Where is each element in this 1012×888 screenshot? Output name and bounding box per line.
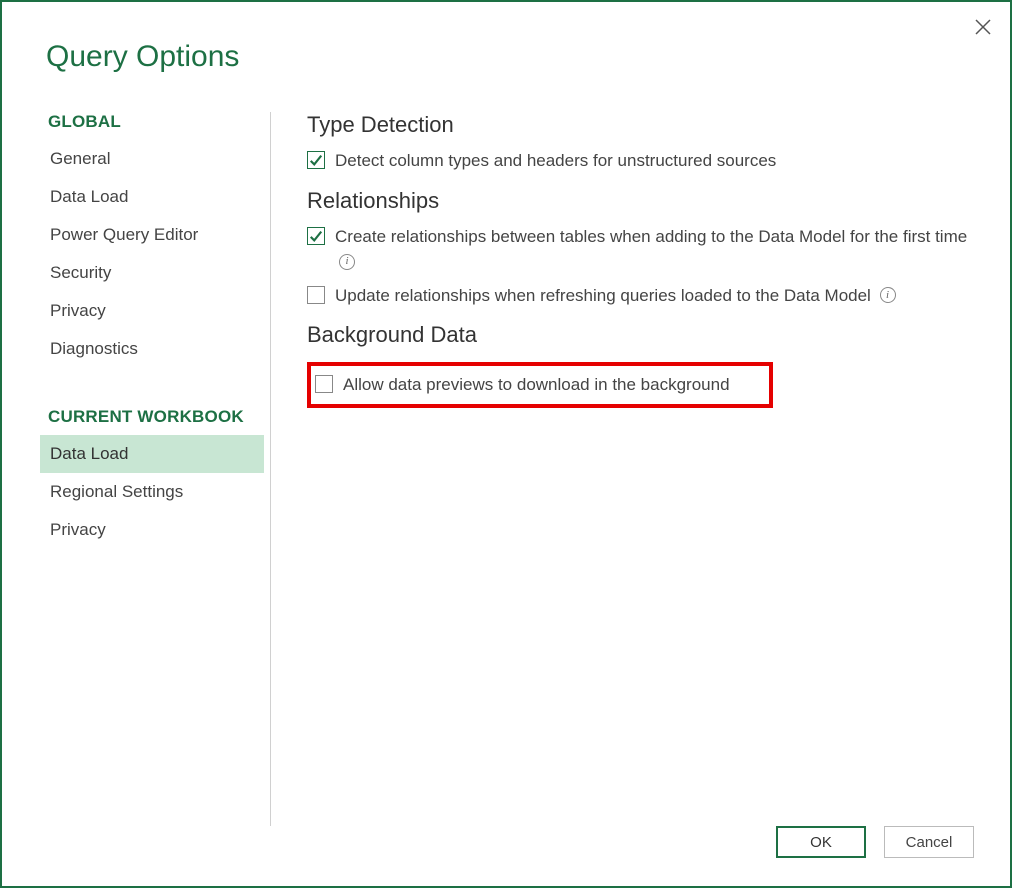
sidebar: GLOBAL General Data Load Power Query Edi… — [40, 104, 270, 826]
cancel-button[interactable]: Cancel — [884, 826, 974, 858]
nav-item-workbook-privacy[interactable]: Privacy — [40, 511, 264, 549]
create-relationships-label: Create relationships between tables when… — [335, 224, 980, 275]
info-icon[interactable]: i — [880, 287, 896, 303]
dialog-footer: OK Cancel — [2, 826, 1010, 886]
highlighted-option: Allow data previews to download in the b… — [307, 362, 773, 408]
nav-item-regional-settings[interactable]: Regional Settings — [40, 473, 264, 511]
allow-previews-row: Allow data previews to download in the b… — [315, 372, 761, 398]
create-relationships-checkbox[interactable] — [307, 227, 325, 245]
relationships-heading: Relationships — [307, 188, 980, 214]
allow-previews-label: Allow data previews to download in the b… — [343, 372, 761, 398]
nav-item-diagnostics[interactable]: Diagnostics — [40, 330, 264, 368]
checkmark-icon — [309, 153, 323, 167]
update-relationships-row: Update relationships when refreshing que… — [307, 283, 980, 309]
create-relationships-row: Create relationships between tables when… — [307, 224, 980, 275]
dialog-title: Query Options — [2, 2, 1010, 74]
detect-columns-row: Detect column types and headers for unst… — [307, 148, 980, 174]
nav-item-security[interactable]: Security — [40, 254, 264, 292]
section-header-global: GLOBAL — [40, 112, 264, 140]
query-options-dialog: Query Options GLOBAL General Data Load P… — [0, 0, 1012, 888]
checkmark-icon — [309, 229, 323, 243]
ok-button[interactable]: OK — [776, 826, 866, 858]
nav-item-global-data-load[interactable]: Data Load — [40, 178, 264, 216]
vertical-divider — [270, 112, 271, 826]
allow-previews-checkbox[interactable] — [315, 375, 333, 393]
info-icon[interactable]: i — [339, 254, 355, 270]
section-header-current-workbook: CURRENT WORKBOOK — [40, 391, 264, 435]
content-panel: Type Detection Detect column types and h… — [281, 104, 980, 826]
update-relationships-checkbox[interactable] — [307, 286, 325, 304]
nav-item-general[interactable]: General — [40, 140, 264, 178]
close-icon — [975, 19, 991, 35]
background-data-heading: Background Data — [307, 322, 980, 348]
close-button[interactable] — [970, 14, 996, 40]
detect-columns-label: Detect column types and headers for unst… — [335, 148, 980, 174]
nav-item-workbook-data-load[interactable]: Data Load — [40, 435, 264, 473]
detect-columns-checkbox[interactable] — [307, 151, 325, 169]
nav-item-global-privacy[interactable]: Privacy — [40, 292, 264, 330]
update-relationships-label: Update relationships when refreshing que… — [335, 283, 980, 309]
type-detection-heading: Type Detection — [307, 112, 980, 138]
nav-item-power-query-editor[interactable]: Power Query Editor — [40, 216, 264, 254]
